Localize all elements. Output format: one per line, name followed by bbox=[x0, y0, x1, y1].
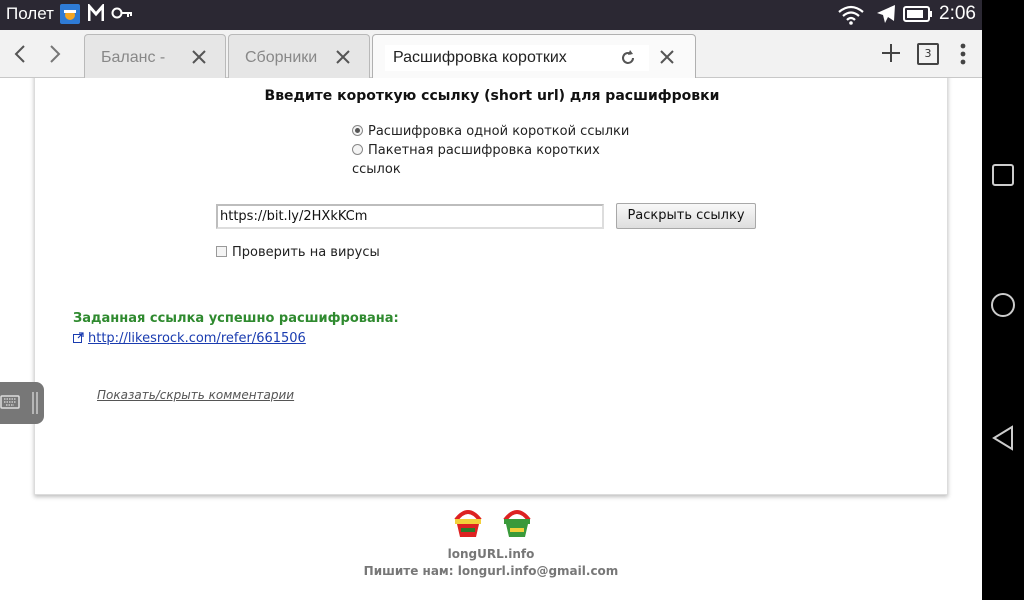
home-button[interactable] bbox=[990, 292, 1016, 322]
web-page: Введите короткую ссылку (short url) для … bbox=[0, 78, 982, 600]
external-link-icon bbox=[73, 332, 84, 347]
reload-icon[interactable] bbox=[619, 49, 639, 69]
tab-title: Расшифровка коротких bbox=[385, 45, 649, 71]
wifi-icon bbox=[838, 5, 864, 29]
m-icon bbox=[87, 2, 105, 26]
virus-check-label: Проверить на вирусы bbox=[232, 245, 380, 260]
tab-switcher-button[interactable]: 3 bbox=[917, 43, 939, 65]
key-icon bbox=[111, 4, 133, 26]
forward-button[interactable] bbox=[42, 40, 68, 68]
tab-balance[interactable]: Баланс - bbox=[84, 34, 226, 78]
tab-title: Баланс - bbox=[101, 49, 166, 66]
radio-single-label: Расшифровка одной короткой ссылки bbox=[368, 124, 630, 139]
footer-logos bbox=[452, 506, 533, 542]
system-navigation-bar bbox=[982, 0, 1024, 600]
radio-button[interactable] bbox=[352, 144, 363, 155]
expand-link-button[interactable]: Раскрыть ссылку bbox=[616, 203, 756, 229]
result-link-row: http://likesrock.com/refer/661506 bbox=[73, 331, 306, 347]
footer-contact: Пишите нам: longurl.info@gmail.com bbox=[363, 564, 619, 578]
tab-title: Сборники bbox=[245, 49, 318, 66]
footer-site-name: longURL.info bbox=[447, 547, 535, 561]
airplane-icon bbox=[875, 3, 897, 29]
tab-decode-short[interactable]: Расшифровка коротких bbox=[372, 34, 696, 78]
tab-collections[interactable]: Сборники bbox=[228, 34, 370, 78]
battery-icon bbox=[903, 6, 933, 26]
close-icon[interactable] bbox=[333, 47, 353, 67]
more-menu-icon[interactable] bbox=[958, 42, 968, 70]
result-success-message: Заданная ссылка успешно расшифрована: bbox=[73, 311, 399, 326]
basket-logo-green-icon bbox=[501, 506, 533, 542]
page-heading: Введите короткую ссылку (short url) для … bbox=[264, 88, 720, 104]
app-notification-icon bbox=[60, 4, 80, 28]
toggle-comments-link[interactable]: Показать/скрыть комментарии bbox=[97, 388, 294, 402]
radio-batch-label-continued: ссылок bbox=[352, 162, 401, 177]
radio-button-checked[interactable] bbox=[352, 125, 363, 136]
status-bar: Полет 2:06 bbox=[0, 0, 982, 30]
close-icon[interactable] bbox=[657, 47, 677, 67]
keyboard-handle[interactable] bbox=[0, 382, 44, 424]
recent-apps-button[interactable] bbox=[990, 162, 1016, 192]
radio-single-option[interactable]: Расшифровка одной короткой ссылки bbox=[352, 124, 629, 139]
virus-checkbox[interactable] bbox=[216, 246, 227, 257]
close-icon[interactable] bbox=[189, 47, 209, 67]
basket-logo-red-icon bbox=[452, 506, 484, 542]
content-card: Введите короткую ссылку (short url) для … bbox=[34, 78, 948, 495]
radio-batch-option[interactable]: Пакетная расшифровка коротких bbox=[352, 143, 600, 158]
carrier-name: Полет bbox=[6, 4, 54, 23]
back-system-button[interactable] bbox=[990, 424, 1016, 456]
virus-check-option[interactable]: Проверить на вирусы bbox=[216, 245, 380, 260]
decoded-link[interactable]: http://likesrock.com/refer/661506 bbox=[88, 331, 306, 346]
short-url-input[interactable] bbox=[216, 204, 604, 229]
keyboard-icon bbox=[0, 394, 20, 414]
back-button[interactable] bbox=[8, 40, 34, 68]
new-tab-icon[interactable] bbox=[880, 42, 902, 68]
clock: 2:06 bbox=[939, 3, 976, 24]
browser-toolbar: Баланс - Сборники Расшифровка коротких 3 bbox=[0, 30, 982, 78]
radio-batch-label: Пакетная расшифровка коротких bbox=[368, 143, 600, 158]
drag-grip-icon bbox=[30, 390, 40, 420]
